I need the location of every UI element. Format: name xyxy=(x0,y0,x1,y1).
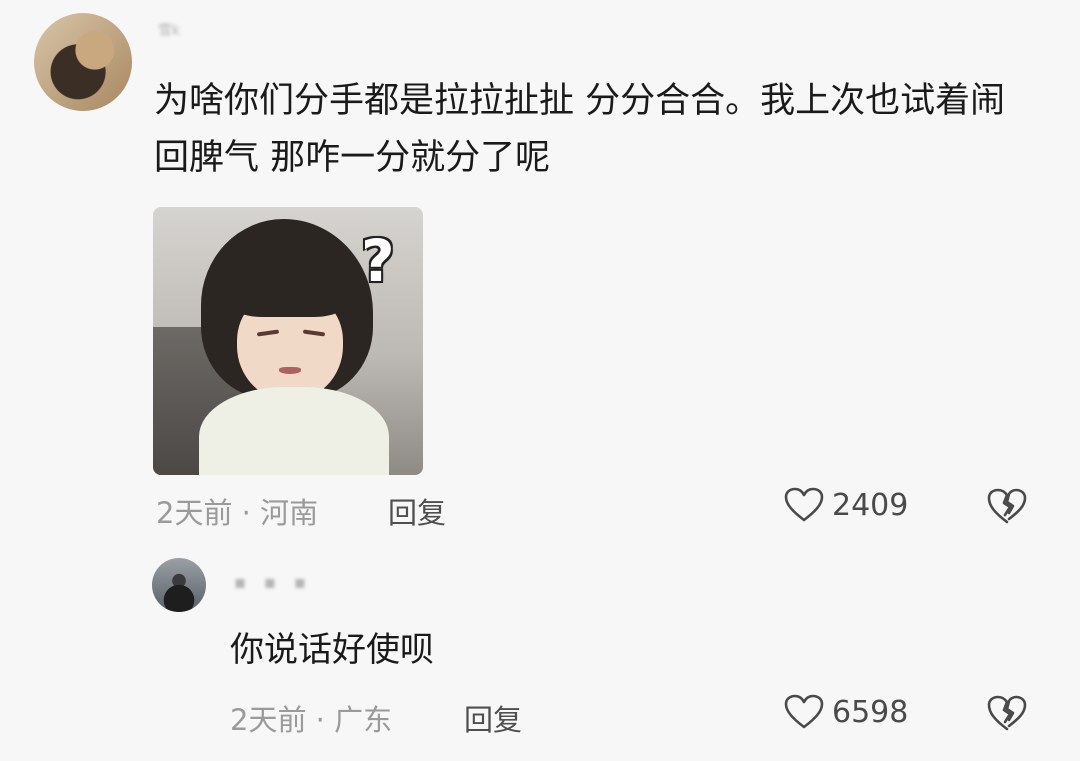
meta-separator: · xyxy=(315,703,325,737)
sticker-mouth xyxy=(279,367,301,374)
reply-meta: 2天前 · 广东 xyxy=(230,697,392,739)
commenter-username[interactable]: 雪k xyxy=(158,20,180,40)
comment-location: 河南 xyxy=(260,496,319,530)
like-count: 2409 xyxy=(832,487,909,523)
reply-button[interactable]: 回复 xyxy=(388,490,446,532)
reply-to-reply-button[interactable]: 回复 xyxy=(464,697,522,739)
heart-outline-icon xyxy=(784,694,824,729)
dislike-button[interactable] xyxy=(986,487,1028,529)
sticker-question-mark: ? xyxy=(361,227,395,295)
comment-time: 2天前 xyxy=(156,496,233,530)
comment-text: 为啥你们分手都是拉拉扯扯 分分合合。我上次也试着闹回脾气 那咋一分就分了呢 xyxy=(154,81,1006,178)
reply-location: 广东 xyxy=(334,703,393,737)
broken-heart-icon xyxy=(987,695,1027,731)
meta-separator: · xyxy=(241,496,251,530)
sticker-bangs xyxy=(223,247,353,317)
broken-heart-icon xyxy=(987,488,1027,524)
replier-username[interactable]: ▪ ▪ ▪ xyxy=(234,572,312,593)
sticker-image[interactable]: ? xyxy=(153,207,423,475)
comment-thread: 雪k 为啥你们分手都是拉拉扯扯 分分合合。我上次也试着闹回脾气 那咋一分就分了呢… xyxy=(0,0,1080,761)
sticker-body xyxy=(199,387,389,475)
reply-text: 你说话好使呗 xyxy=(230,630,434,670)
commenter-avatar[interactable] xyxy=(34,13,132,111)
like-button[interactable]: 2409 xyxy=(784,487,908,523)
comment-meta: 2天前 · 河南 xyxy=(156,490,318,532)
heart-outline-icon xyxy=(784,487,824,522)
reply-time: 2天前 xyxy=(230,703,307,737)
replier-avatar[interactable] xyxy=(152,558,206,612)
reply-like-count: 6598 xyxy=(832,694,909,730)
reply-like-button[interactable]: 6598 xyxy=(784,694,908,730)
reply-dislike-button[interactable] xyxy=(986,694,1028,736)
